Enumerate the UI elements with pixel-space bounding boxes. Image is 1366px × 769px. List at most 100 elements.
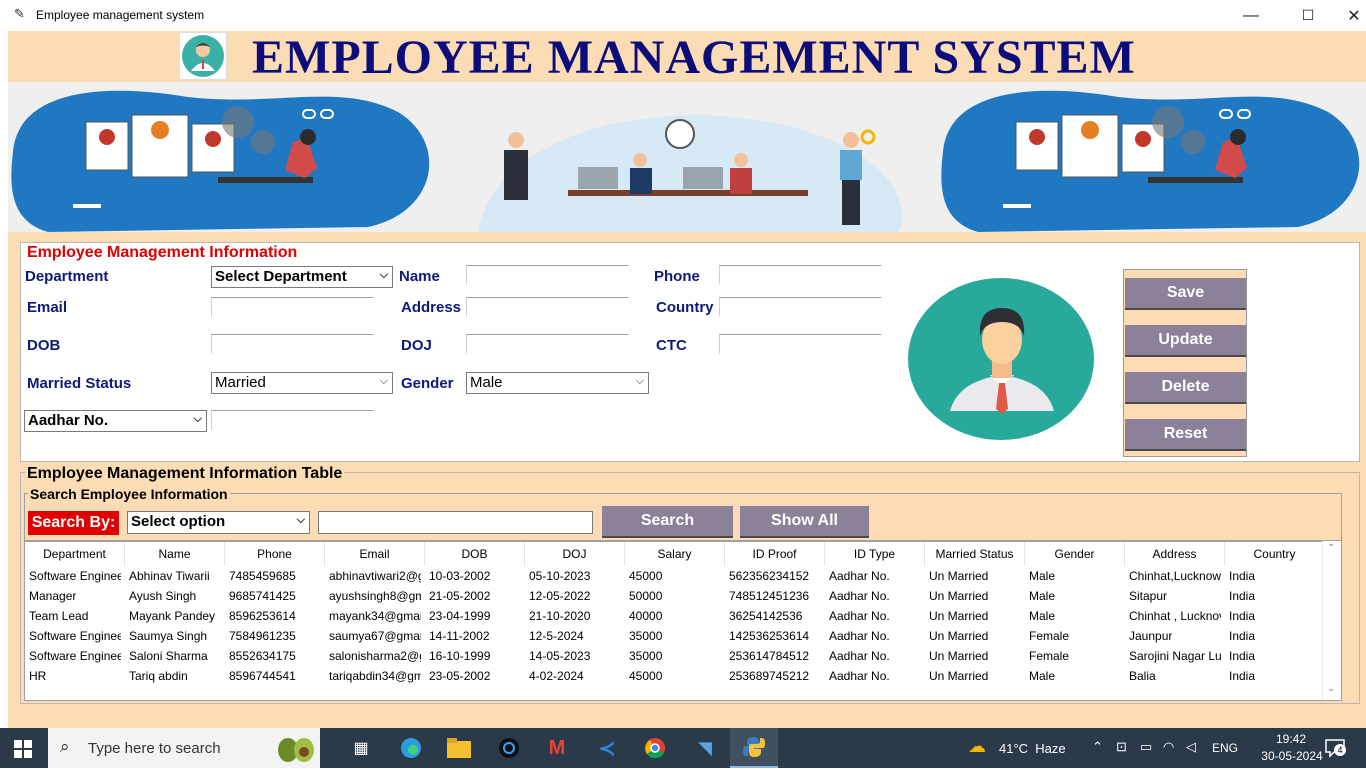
weather-text[interactable]: 41°C Haze [999, 741, 1066, 756]
table-column-header[interactable]: Email [325, 542, 425, 566]
table-column-header[interactable]: Married Status [925, 542, 1025, 566]
minimize-button[interactable]: — [1228, 0, 1274, 31]
reset-button[interactable]: Reset [1125, 419, 1246, 451]
table-cell: 21-05-2002 [429, 589, 491, 603]
table-cell: Un Married [929, 669, 989, 683]
table-column-header[interactable]: ID Type [825, 542, 925, 566]
table-scrollbar[interactable]: ⌃ ⌄ [1322, 541, 1341, 700]
table-cell: 142536253614 [729, 629, 810, 643]
table-row[interactable]: Software Enginee Saumya Singh 7584961235 sa… [25, 626, 1325, 646]
notification-icon[interactable]: 4 [1324, 738, 1346, 758]
dob-input[interactable] [211, 334, 374, 354]
table-cell: Saloni Sharma [129, 649, 208, 663]
married-status-select[interactable]: Married ⌵ [211, 372, 393, 394]
file-explorer-icon[interactable] [446, 736, 472, 760]
department-select[interactable]: Select Department ⌵ [211, 266, 393, 288]
table-row[interactable]: Team Lead Mayank Pandey 8596253614 mayank34… [25, 606, 1325, 626]
search-option-select[interactable]: Select option ⌵ [127, 511, 310, 534]
table-column-header[interactable]: DOJ [525, 542, 625, 566]
table-cell: HR [29, 669, 47, 683]
table-cell: Software Enginee [29, 629, 121, 643]
python-app-icon[interactable] [730, 728, 778, 768]
delete-button[interactable]: Delete [1125, 372, 1246, 404]
table-cell: Un Married [929, 589, 989, 603]
table-cell: Un Married [929, 649, 989, 663]
gmail-icon[interactable]: M [544, 736, 570, 760]
table-cell: Sarojini Nagar Luc [1129, 649, 1221, 663]
table-cell: Female [1029, 649, 1070, 663]
window-title: Employee management system [36, 8, 205, 22]
table-cell: 8552634175 [229, 649, 296, 663]
table-cell: Un Married [929, 629, 989, 643]
windows-start-icon[interactable] [14, 740, 32, 758]
table-row[interactable]: Software Enginee Saloni Sharma 8552634175 s… [25, 646, 1325, 666]
chrome-icon[interactable] [642, 736, 668, 760]
language-indicator[interactable]: ENG [1212, 741, 1238, 755]
search-input[interactable] [318, 511, 593, 534]
table-cell: 21-10-2020 [529, 609, 591, 623]
country-input[interactable] [719, 297, 882, 317]
close-button[interactable]: ✕ [1331, 0, 1366, 31]
chevron-up-icon[interactable]: ⌃ [1092, 739, 1103, 755]
scroll-up-icon[interactable]: ⌃ [1327, 543, 1335, 554]
vscode-icon[interactable]: ≺ [594, 736, 620, 760]
network-icon[interactable]: ⊡ [1116, 739, 1127, 755]
battery-icon[interactable]: ▭ [1140, 739, 1152, 755]
maximize-button[interactable]: ☐ [1285, 0, 1331, 31]
doj-label: DOJ [401, 337, 432, 354]
phone-input[interactable] [719, 265, 882, 285]
update-button[interactable]: Update [1125, 325, 1246, 357]
table-row[interactable]: HR Tariq abdin 8596744541 tariqabdin34@gm 23… [25, 666, 1325, 686]
table-cell: 562356234152 [729, 569, 810, 583]
id-type-select[interactable]: Aadhar No. ⌵ [24, 410, 207, 432]
table-column-header[interactable]: Address [1125, 542, 1225, 566]
taskbar-search-box[interactable]: ⌕ Type here to search [48, 728, 320, 768]
table-column-header[interactable]: DOB [425, 542, 525, 566]
ctc-input[interactable] [719, 334, 882, 354]
name-input[interactable] [466, 265, 629, 285]
volume-icon[interactable]: ◁ [1186, 739, 1196, 755]
task-view-icon[interactable]: ▦ [348, 736, 374, 760]
app-dark-icon[interactable] [496, 736, 522, 760]
table-cell: tariqabdin34@gm [329, 669, 421, 683]
table-column-header[interactable]: Salary [625, 542, 725, 566]
address-input[interactable] [466, 297, 629, 317]
table-row[interactable]: Software Enginee Abhinav Tiwarii 748545968… [25, 566, 1325, 586]
weather-icon[interactable]: ☁ [968, 736, 992, 760]
table-cell: 8596744541 [229, 669, 296, 683]
edge-browser-icon[interactable] [398, 736, 424, 760]
show-all-button[interactable]: Show All [740, 506, 869, 538]
scroll-down-icon[interactable]: ⌄ [1327, 683, 1335, 694]
search-legend: Search Employee Information [28, 486, 230, 502]
sql-app-icon[interactable]: ◥ [692, 736, 718, 760]
table-cell: ayushsingh8@gm [329, 589, 421, 603]
table-cell: Male [1029, 669, 1056, 683]
table-cell: 45000 [629, 569, 663, 583]
table-cell: Sitapur [1129, 589, 1168, 603]
table-column-header[interactable]: Gender [1025, 542, 1125, 566]
search-button[interactable]: Search [602, 506, 733, 538]
table-column-header[interactable]: Name [125, 542, 225, 566]
save-button[interactable]: Save [1125, 278, 1246, 310]
email-input[interactable] [211, 297, 374, 317]
address-label: Address [401, 299, 462, 316]
doj-input[interactable] [466, 334, 629, 354]
id-number-input[interactable] [211, 410, 374, 430]
table-cell: India [1229, 649, 1256, 663]
table-column-header[interactable]: ID Proof [725, 542, 825, 566]
table-row[interactable]: Manager Ayush Singh 9685741425 ayushsingh8@… [25, 586, 1325, 606]
gender-select[interactable]: Male ⌵ [466, 372, 649, 394]
wifi-icon[interactable]: ◠ [1163, 739, 1174, 755]
table-cell: Mayank Pandey [129, 609, 216, 623]
employee-table: Department Name Phone Email DOB DOJ Salary ID P… [24, 541, 1342, 701]
resume-cards-right [1015, 114, 1165, 178]
table-column-header[interactable]: Country [1225, 542, 1325, 566]
table-cell: Ayush Singh [129, 589, 197, 603]
table-column-header[interactable]: Department [25, 542, 125, 566]
table-cell: Tariq abdin [129, 669, 188, 683]
table-cell: 40000 [629, 609, 663, 623]
clock-time[interactable]: 19:42 [1266, 732, 1316, 746]
clock-date[interactable]: 30-05-2024 [1254, 749, 1330, 763]
table-cell: 35000 [629, 629, 663, 643]
table-column-header[interactable]: Phone [225, 542, 325, 566]
